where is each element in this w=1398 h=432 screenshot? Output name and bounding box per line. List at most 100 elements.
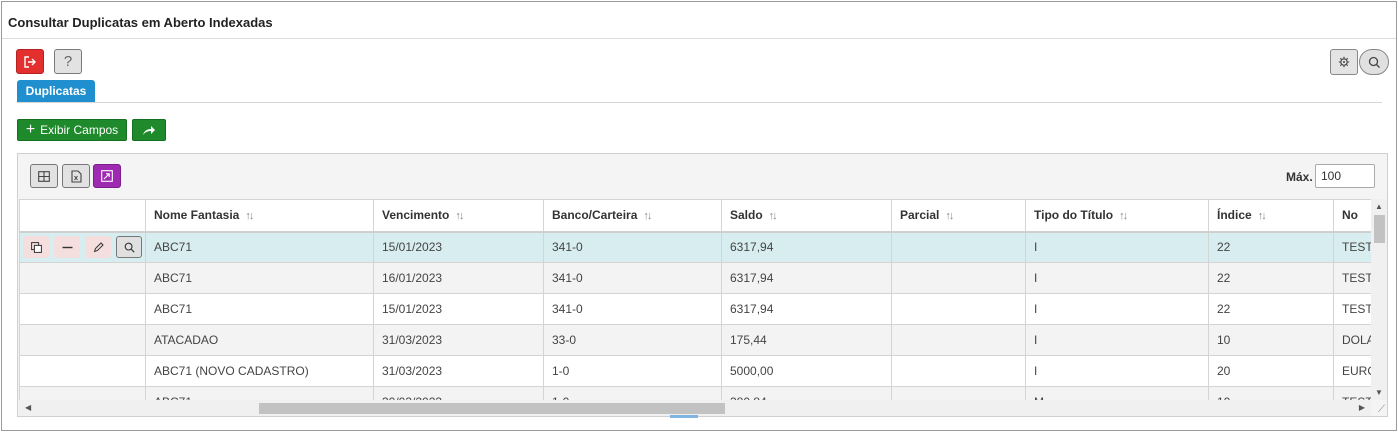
table-row[interactable]: ABC71 16/01/2023 341-0 6317,94 I 22 TEST… [19,262,1371,294]
global-search-button[interactable] [1359,49,1389,75]
scroll-down-icon[interactable]: ▼ [1375,388,1383,397]
cell-banco-carteira: 1-0 [543,386,722,400]
cell-tipo-titulo: I [1025,293,1209,325]
focus-indicator [670,415,698,418]
col-tipo-titulo[interactable]: Tipo do Título ↑↓ [1025,199,1209,233]
horizontal-scrollbar[interactable]: ◀ ▶ [19,400,1371,416]
sort-icon[interactable]: ↑↓ [643,210,652,222]
page-title: Consultar Duplicatas em Aberto Indexadas [8,15,273,30]
col-nome-fantasia[interactable]: Nome Fantasia ↑↓ [145,199,374,233]
cell-vencimento: 31/03/2023 [373,324,544,356]
table-row[interactable]: ABC71 (NOVO CADASTRO) 31/03/2023 1-0 500… [19,355,1371,387]
export-excel-button[interactable] [62,164,90,188]
cell-parcial [891,355,1026,387]
exit-icon [24,55,36,68]
sort-icon[interactable]: ↑↓ [1119,210,1128,222]
sort-icon[interactable]: ↑↓ [245,210,254,222]
exit-button[interactable] [16,49,44,74]
cell-banco-carteira: 1-0 [543,355,722,387]
grid-panel: Máx. Nome Fantasia ↑↓ Vencimento ↑↓ Banco/… [17,153,1388,417]
col-label: Vencimento [382,208,450,223]
horizontal-scroll-thumb[interactable] [259,403,725,414]
sort-icon[interactable]: ↑↓ [1258,210,1267,222]
gear-icon [1338,56,1350,68]
cell-parcial [891,324,1026,356]
col-banco-carteira[interactable]: Banco/Carteira ↑↓ [543,199,722,233]
settings-button[interactable] [1330,49,1358,75]
cell-vencimento: 30/03/2023 [373,386,544,400]
tab-divider [17,102,1382,103]
cell-tipo-titulo: M [1025,386,1209,400]
cell-vencimento: 15/01/2023 [373,293,544,325]
col-label: Saldo [730,208,763,223]
sort-icon[interactable]: ↑↓ [769,210,778,222]
cell-nome-fantasia: ATACADAO [145,324,374,356]
scroll-up-icon[interactable]: ▲ [1375,202,1383,211]
cell-vencimento: 16/01/2023 [373,262,544,294]
share-arrow-icon [143,126,155,135]
expand-button[interactable] [93,164,121,188]
vertical-scroll-thumb[interactable] [1374,215,1385,243]
col-actions [19,199,146,233]
search-icon [124,242,135,253]
help-button[interactable]: ? [54,49,82,74]
excel-file-icon [70,169,82,183]
cell-indice: 20 [1208,355,1334,387]
col-parcial[interactable]: Parcial ↑↓ [891,199,1026,233]
row-actions [19,231,146,263]
cell-nome-fantasia: ABC71 [145,293,374,325]
scroll-right-icon[interactable]: ▶ [1359,403,1365,412]
cell-indice: 22 [1208,262,1334,294]
copy-button[interactable] [23,236,49,259]
cell-banco-carteira: 341-0 [543,231,722,263]
exibir-campos-button[interactable]: + Exibir Campos [17,119,127,141]
table-row[interactable]: ABC71 15/01/2023 341-0 6317,94 I 22 TEST… [19,293,1371,325]
col-label: Tipo do Título [1034,208,1114,223]
col-no[interactable]: No [1333,199,1371,233]
cell-nome-fantasia: ABC71 [145,262,374,294]
sort-icon[interactable]: ↑↓ [945,210,954,222]
cell-no: TESTE [1333,293,1371,325]
table-row[interactable]: ATACADAO 31/03/2023 33-0 175,44 I 10 DOL… [19,324,1371,356]
col-label: Índice [1217,208,1252,223]
col-indice[interactable]: Índice ↑↓ [1208,199,1334,233]
cell-banco-carteira: 341-0 [543,293,722,325]
cell-tipo-titulo: I [1025,262,1209,294]
cell-tipo-titulo: I [1025,231,1209,263]
header-row: Nome Fantasia ↑↓ Vencimento ↑↓ Banco/Carte… [19,199,1371,233]
cell-saldo: 380,84 [721,386,892,400]
vertical-scrollbar[interactable]: ▲ ▼ [1371,199,1387,400]
cell-banco-carteira: 341-0 [543,262,722,294]
sort-icon[interactable]: ↑↓ [455,210,464,222]
cell-no: TESTE [1333,262,1371,294]
scroll-left-icon[interactable]: ◀ [25,403,31,412]
col-saldo[interactable]: Saldo ↑↓ [721,199,892,233]
table-row[interactable]: ABC71 30/03/2023 1-0 380,84 M 10 TESTE [19,386,1371,400]
cell-banco-carteira: 33-0 [543,324,722,356]
minus-icon [62,246,72,248]
plus-icon: + [25,121,36,138]
cell-vencimento: 15/01/2023 [373,231,544,263]
col-vencimento[interactable]: Vencimento ↑↓ [373,199,544,233]
table-viewport: Nome Fantasia ↑↓ Vencimento ↑↓ Banco/Carte… [19,199,1371,400]
copy-icon [30,241,42,253]
tab-duplicatas[interactable]: Duplicatas [17,80,95,102]
max-rows-input[interactable] [1315,164,1375,188]
row-actions [19,386,146,400]
window-frame: Consultar Duplicatas em Aberto Indexadas… [1,1,1397,431]
col-label: No [1342,208,1358,223]
cell-nome-fantasia: ABC71 [145,386,374,400]
expand-icon [101,170,113,182]
pencil-icon [93,242,104,253]
remove-button[interactable] [54,236,80,259]
cell-saldo: 5000,00 [721,355,892,387]
table-row[interactable]: ABC71 15/01/2023 341-0 6317,94 I 22 TEST… [19,231,1371,263]
edit-button[interactable] [85,236,111,259]
cell-vencimento: 31/03/2023 [373,355,544,387]
cell-nome-fantasia: ABC71 [145,231,374,263]
share-button[interactable] [132,119,166,141]
search-icon [1368,56,1380,68]
columns-button[interactable] [30,164,58,188]
resize-handle-icon[interactable]: ⟋ [1378,404,1385,415]
view-button[interactable] [116,236,142,259]
